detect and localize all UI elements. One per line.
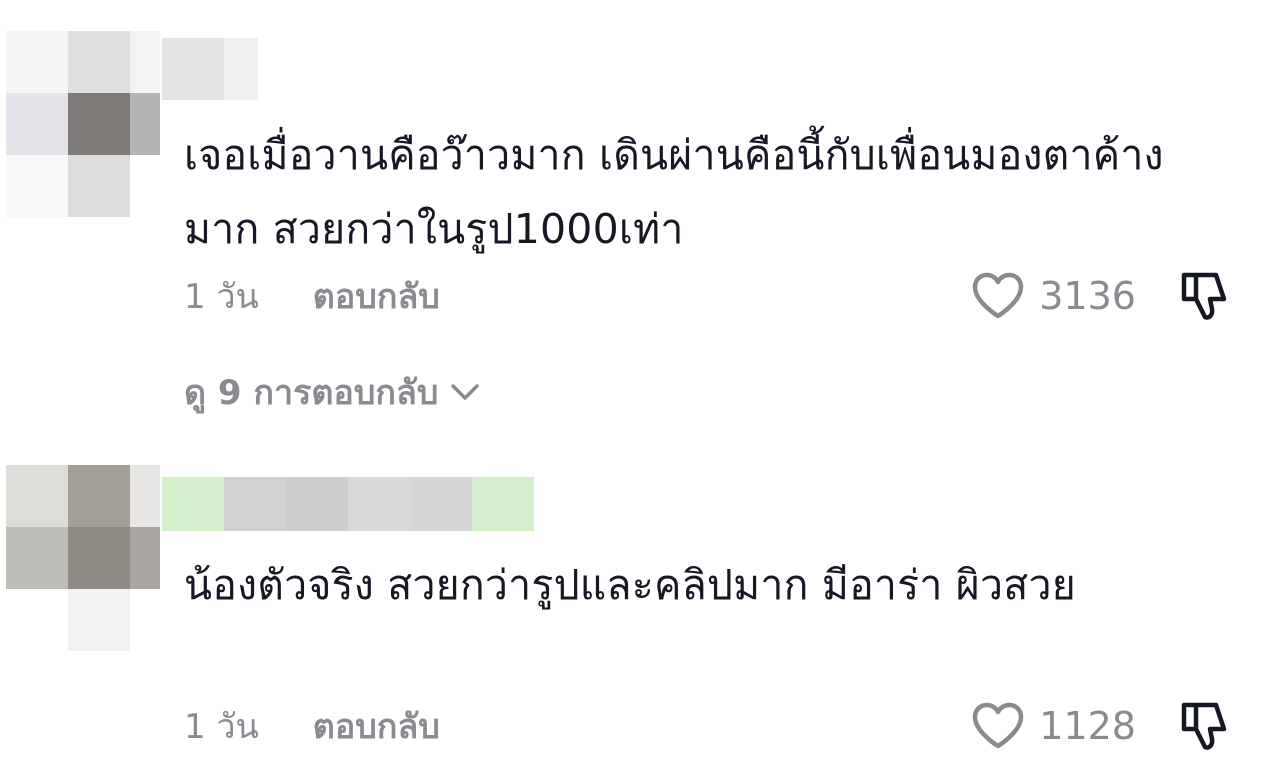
reply-button[interactable]: ตอบกลับ	[313, 269, 440, 323]
heart-icon[interactable]	[971, 702, 1025, 750]
chevron-down-icon	[451, 384, 480, 400]
heart-icon[interactable]	[971, 272, 1025, 320]
like-count: 1128	[1039, 704, 1136, 748]
comment-text: เจอเมื่อวานคือว๊าวมาก เดินผ่านคือนี้กับเ…	[184, 131, 1164, 253]
username-blurred[interactable]	[162, 38, 258, 100]
like-count: 3136	[1039, 274, 1136, 318]
avatar[interactable]	[6, 465, 160, 651]
comment-actions: 1128	[971, 696, 1232, 756]
comment-meta: 1 วัน ตอบกลับ	[184, 266, 440, 326]
view-replies-label: ดู 9 การตอบกลับ	[184, 373, 439, 413]
username-blurred[interactable]	[162, 477, 534, 531]
comment-text: น้องตัวจริง สวยกว่ารูปและคลิปมาก มีอาร่า…	[184, 561, 1076, 609]
thumbs-down-icon[interactable]	[1178, 699, 1232, 753]
view-replies-button[interactable]: ดู 9 การตอบกลับ	[184, 362, 480, 422]
comment-time: 1 วัน	[184, 707, 259, 747]
comment-meta: 1 วัน ตอบกลับ	[184, 696, 440, 756]
avatar[interactable]	[6, 31, 160, 217]
reply-button[interactable]: ตอบกลับ	[313, 699, 440, 753]
comment-actions: 3136	[971, 266, 1232, 326]
comment-time: 1 วัน	[184, 277, 259, 317]
thumbs-down-icon[interactable]	[1178, 269, 1232, 323]
